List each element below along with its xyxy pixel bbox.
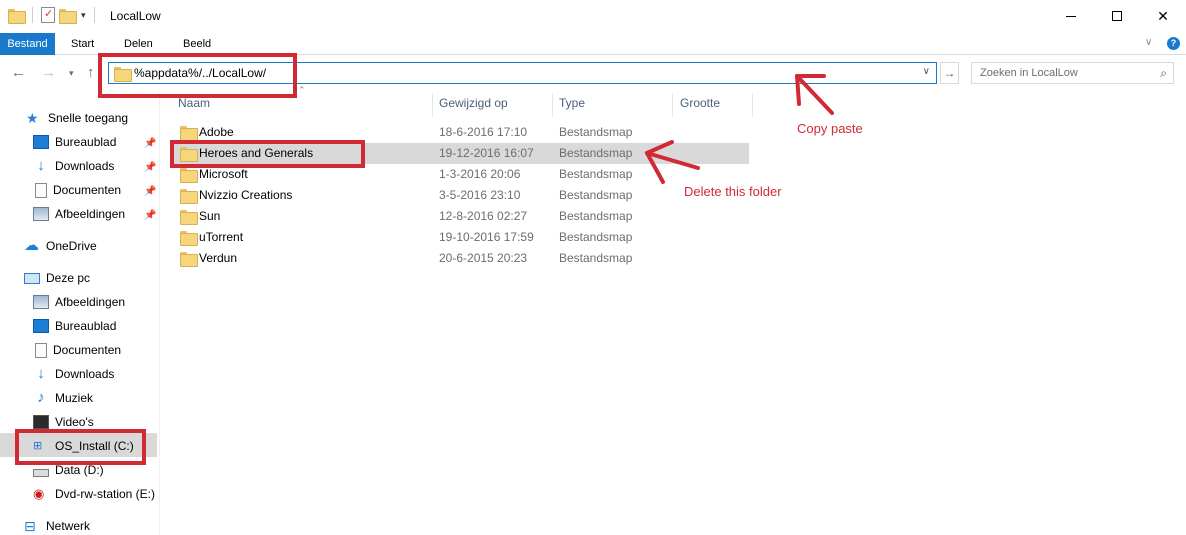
delete-folder-note: Delete this folder (684, 184, 782, 199)
delete-arrow-head-top (645, 140, 674, 155)
annotation-arrows (645, 74, 834, 184)
copy-arrow-head-left (795, 74, 801, 106)
copy-paste-note: Copy paste (797, 121, 863, 136)
copy-arrow-shaft (795, 74, 834, 115)
